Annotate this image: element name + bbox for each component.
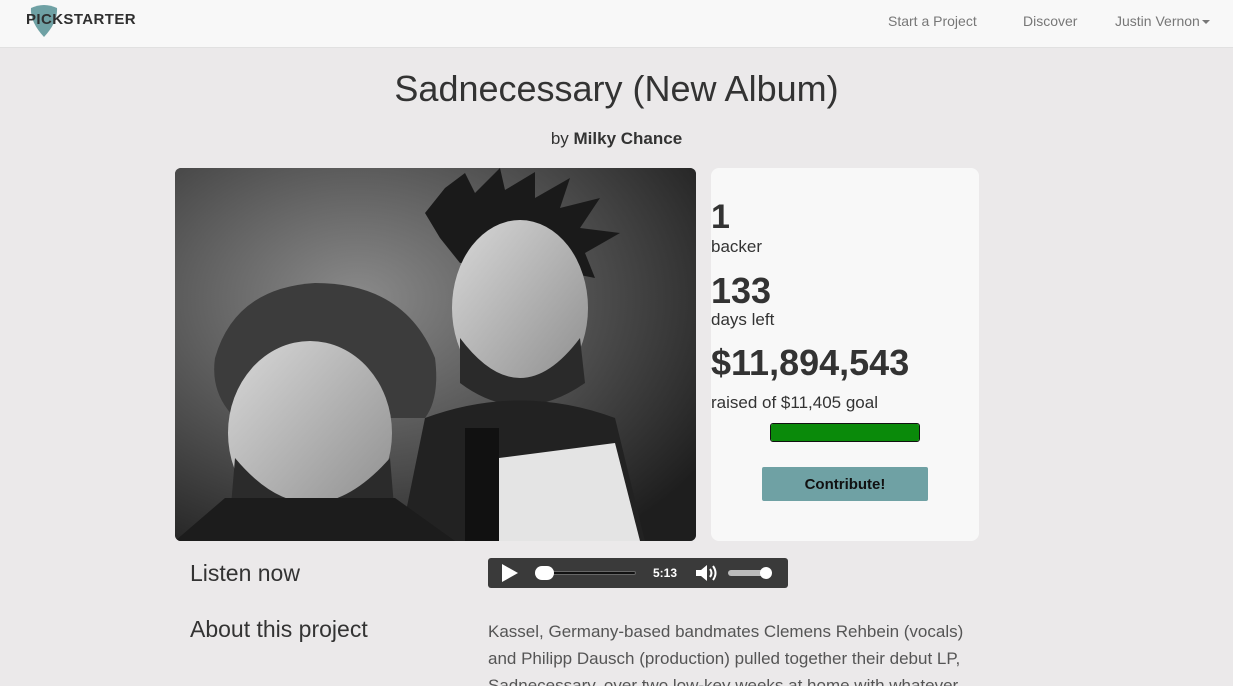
days-left-label: days left (711, 310, 775, 329)
goal-label: raised of $11,405 goal (711, 393, 878, 412)
page-title: Sadnecessary (New Album) (394, 68, 839, 109)
progress-fill (771, 424, 919, 441)
audio-player: 5:13 (488, 558, 788, 588)
volume-icon[interactable] (694, 563, 720, 583)
navbar: PICKSTARTER Start a Project Discover Jus… (0, 0, 1233, 48)
volume-handle[interactable] (760, 567, 772, 579)
funding-progress-bar (770, 423, 920, 442)
about-heading: About this project (190, 616, 368, 642)
backer-label: backer (711, 237, 763, 256)
user-menu[interactable]: Justin Vernon (1115, 13, 1210, 29)
band-photo-image (175, 168, 696, 541)
about-text: Kassel, Germany-based bandmates Clemens … (488, 622, 964, 686)
nav-discover[interactable]: Discover (1023, 13, 1077, 29)
chevron-down-icon (1201, 20, 1210, 25)
project-photo (175, 168, 696, 541)
track-duration: 5:13 (653, 566, 678, 580)
brand-logo[interactable]: PICKSTARTER (24, 2, 154, 38)
brand-name: PICKSTARTER (26, 11, 136, 28)
listen-heading: Listen now (190, 560, 300, 586)
byline: by Milky Chance (0, 129, 1233, 149)
seek-handle[interactable] (535, 566, 554, 580)
days-left-count: 133 (711, 270, 772, 311)
byline-prefix: by (550, 129, 569, 148)
backer-count: 1 (711, 198, 730, 236)
artist-name[interactable]: Milky Chance (574, 129, 683, 148)
play-icon[interactable] (502, 564, 518, 582)
amount-raised: $11,894,543 (711, 342, 910, 383)
user-name: Justin Vernon (1115, 13, 1200, 29)
contribute-button[interactable]: Contribute! (762, 467, 928, 501)
nav-start-project[interactable]: Start a Project (888, 13, 977, 29)
